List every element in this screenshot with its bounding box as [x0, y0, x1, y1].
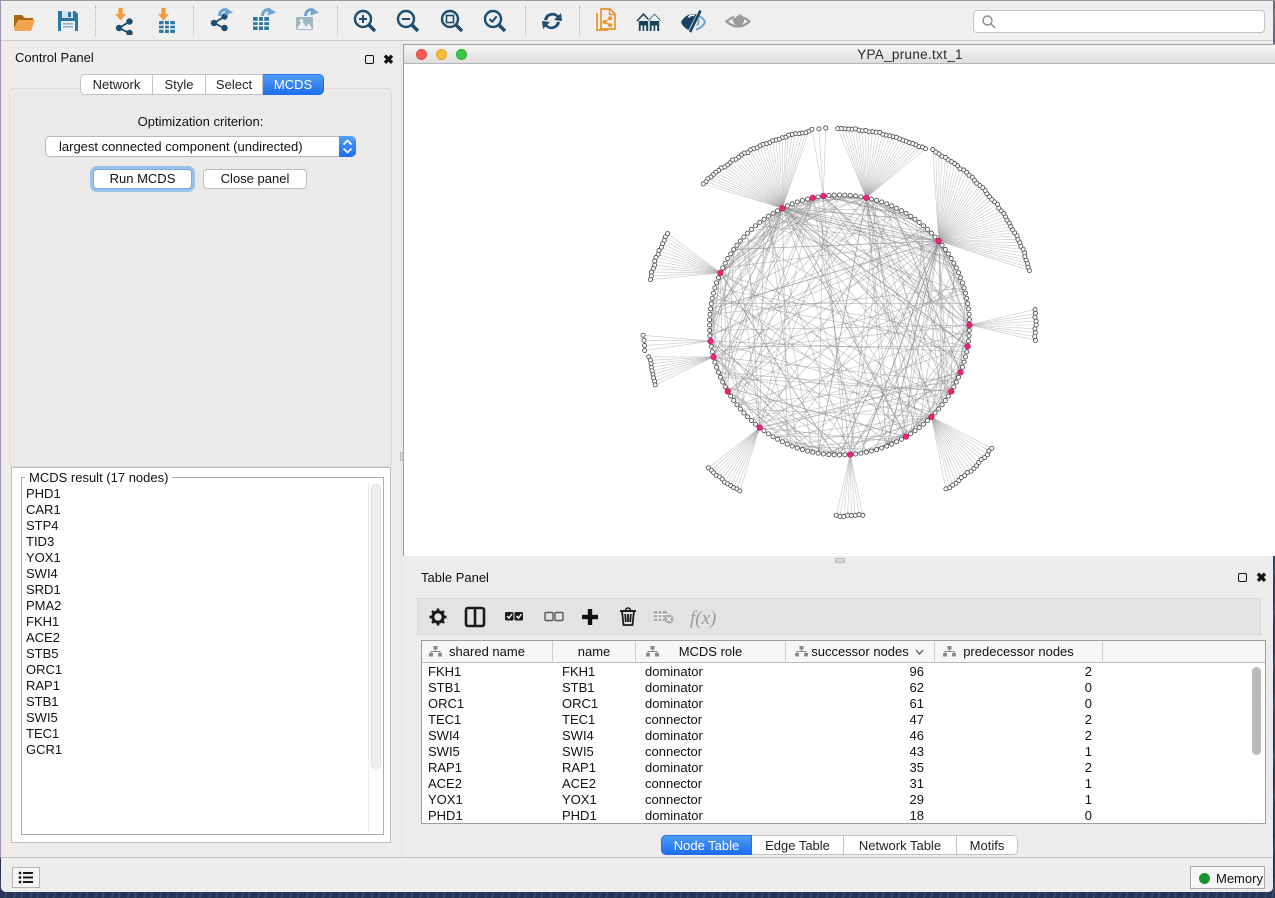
svg-text:f(x): f(x) [690, 608, 716, 629]
